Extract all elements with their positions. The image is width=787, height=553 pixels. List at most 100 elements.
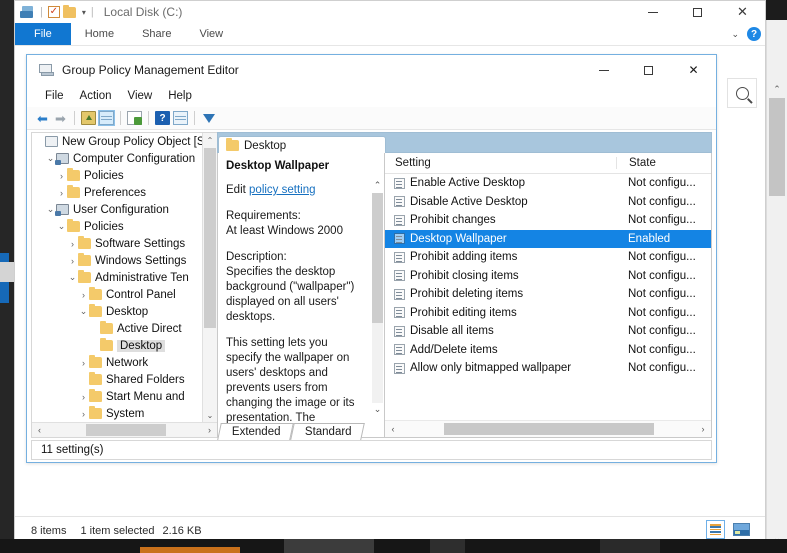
menu-help[interactable]: Help	[160, 90, 200, 102]
tree-hscroll-left-icon[interactable]: ‹	[33, 425, 46, 435]
tab-view[interactable]: View	[185, 23, 237, 45]
tree-expander-icon[interactable]: ›	[78, 409, 89, 419]
tree-expander-icon[interactable]: ⌄	[56, 221, 67, 232]
tree-expander-icon[interactable]: ›	[67, 256, 78, 266]
tree-item[interactable]: › System	[32, 405, 203, 422]
settings-row[interactable]: Desktop Wallpaper Enabled	[385, 229, 711, 248]
policy-setting-link[interactable]: policy setting	[249, 184, 315, 196]
show-hide-console-tree-icon[interactable]	[98, 110, 115, 126]
console-tree-list[interactable]: New Group Policy Object [S ⌄ Computer Conf…	[32, 133, 203, 422]
settings-row[interactable]: Disable Active Desktop Not configu...	[385, 193, 711, 212]
settings-list-rows[interactable]: Enable Active Desktop Not configu... Disab…	[385, 174, 711, 420]
tree-item[interactable]: › Control Panel	[32, 286, 203, 303]
tree-item[interactable]: › Policies	[32, 167, 203, 184]
page-scrollbar[interactable]: ⌃ ⌄	[766, 20, 787, 553]
tree-hscroll-thumb[interactable]	[85, 424, 166, 436]
tree-expander-icon[interactable]: ›	[78, 290, 89, 300]
details-view-icon[interactable]	[706, 520, 725, 539]
tree-item[interactable]: › Preferences	[32, 184, 203, 201]
settings-row[interactable]: Prohibit deleting items Not configu...	[385, 285, 711, 304]
tab-home[interactable]: Home	[71, 23, 128, 45]
page-scroll-thumb[interactable]	[769, 98, 785, 196]
tree-item[interactable]: Shared Folders	[32, 371, 203, 388]
settings-row[interactable]: Enable Active Desktop Not configu...	[385, 174, 711, 193]
tab-file[interactable]: File	[15, 23, 71, 45]
menu-view[interactable]: View	[120, 90, 161, 102]
tree-scroll-down-icon[interactable]: ⌄	[203, 408, 217, 422]
tree-item[interactable]: ⌄ Policies	[32, 218, 203, 235]
page-scroll-up-icon[interactable]: ⌃	[767, 80, 787, 98]
settings-horizontal-scrollbar[interactable]: ‹ ›	[385, 420, 711, 437]
view-table-icon[interactable]	[173, 111, 188, 125]
description-scroll-track[interactable]	[372, 323, 383, 403]
description-scroll-up-icon[interactable]: ⌃	[371, 180, 384, 191]
gpme-minimize-button[interactable]	[581, 55, 626, 85]
gpme-maximize-button[interactable]	[626, 55, 671, 85]
settings-row[interactable]: Prohibit changes Not configu...	[385, 211, 711, 230]
column-header-state[interactable]: State	[616, 157, 711, 169]
explorer-minimize-button[interactable]	[630, 1, 675, 23]
description-scroll-down-icon[interactable]: ⌄	[371, 404, 384, 415]
tree-item[interactable]: › Windows Settings	[32, 252, 203, 269]
settings-row[interactable]: Disable all items Not configu...	[385, 322, 711, 341]
results-pane-tab[interactable]: Desktop	[218, 136, 386, 154]
tree-expander-icon[interactable]: ›	[56, 171, 67, 181]
file-explorer-icon[interactable]	[19, 5, 35, 19]
new-folder-icon[interactable]	[62, 4, 76, 18]
tab-standard[interactable]: Standard	[289, 423, 365, 440]
tree-item[interactable]: ⌄ User Configuration	[32, 201, 203, 218]
tree-item[interactable]: › Software Settings	[32, 235, 203, 252]
description-scroll-thumb[interactable]	[372, 193, 383, 323]
tree-scroll-thumb[interactable]	[204, 148, 216, 328]
tree-expander-icon[interactable]: ⌄	[67, 272, 78, 283]
column-header-setting[interactable]: Setting	[385, 157, 616, 169]
settings-row[interactable]: Prohibit closing items Not configu...	[385, 267, 711, 286]
tree-expander-icon[interactable]: ›	[56, 188, 67, 198]
tree-hscroll-right-icon[interactable]: ›	[203, 425, 216, 435]
forward-arrow-icon[interactable]: ➡	[53, 111, 68, 126]
properties-checkbox-icon[interactable]: ✓	[47, 6, 60, 18]
tree-item[interactable]: Active Direct	[32, 320, 203, 337]
tree-item[interactable]: ⌄ Administrative Ten	[32, 269, 203, 286]
settings-hscroll-right-icon[interactable]: ›	[695, 424, 711, 434]
tree-item[interactable]: › Network	[32, 354, 203, 371]
customize-qat-caret-icon[interactable]: ▾	[82, 8, 86, 17]
settings-row[interactable]: Allow only bitmapped wallpaper Not config…	[385, 359, 711, 378]
gpme-close-button[interactable]: ✕	[671, 55, 716, 85]
export-list-icon[interactable]	[127, 111, 142, 125]
explorer-maximize-button[interactable]	[675, 1, 720, 23]
settings-hscroll-thumb[interactable]	[444, 423, 654, 435]
tree-item[interactable]: ⌄ Desktop	[32, 303, 203, 320]
tree-item[interactable]: ⌄ Computer Configuration	[32, 150, 203, 167]
explorer-close-button[interactable]: ✕	[720, 1, 765, 23]
filter-icon[interactable]	[201, 111, 216, 125]
settings-row[interactable]: Add/Delete items Not configu...	[385, 341, 711, 360]
help-icon[interactable]: ?	[747, 27, 761, 41]
tab-share[interactable]: Share	[128, 23, 185, 45]
tree-item[interactable]: New Group Policy Object [S	[32, 133, 203, 150]
settings-row[interactable]: Prohibit adding items Not configu...	[385, 248, 711, 267]
tree-vertical-scrollbar[interactable]: ⌃ ⌄	[202, 133, 217, 422]
tree-scroll-up-icon[interactable]: ⌃	[203, 133, 217, 147]
collapse-ribbon-icon[interactable]: ⌄	[731, 29, 739, 40]
settings-row[interactable]: Prohibit editing items Not configu...	[385, 304, 711, 323]
up-one-level-icon[interactable]	[81, 111, 96, 125]
help-icon[interactable]: ?	[155, 111, 170, 125]
search-box[interactable]	[727, 78, 757, 108]
tree-item[interactable]: Desktop	[32, 337, 203, 354]
tree-horizontal-scrollbar[interactable]: ‹ ›	[32, 422, 217, 437]
thumbnail-view-icon[interactable]	[732, 522, 751, 538]
quick-access-toolbar[interactable]: | ✓ ▾ |	[19, 4, 96, 19]
menu-action[interactable]: Action	[72, 90, 120, 102]
settings-hscroll-left-icon[interactable]: ‹	[385, 424, 401, 434]
tree-expander-icon[interactable]: ⌄	[78, 306, 89, 317]
tree-expander-icon[interactable]: ›	[78, 358, 89, 368]
tree-expander-icon[interactable]: ›	[67, 239, 78, 249]
menu-file[interactable]: File	[37, 90, 72, 102]
tree-expander-icon[interactable]: ›	[78, 392, 89, 402]
description-scrollbar[interactable]: ⌃ ⌄	[371, 153, 384, 437]
tree-item[interactable]: › Start Menu and	[32, 388, 203, 405]
back-arrow-icon[interactable]: ⬅	[35, 111, 50, 126]
tab-extended[interactable]: Extended	[217, 423, 294, 440]
